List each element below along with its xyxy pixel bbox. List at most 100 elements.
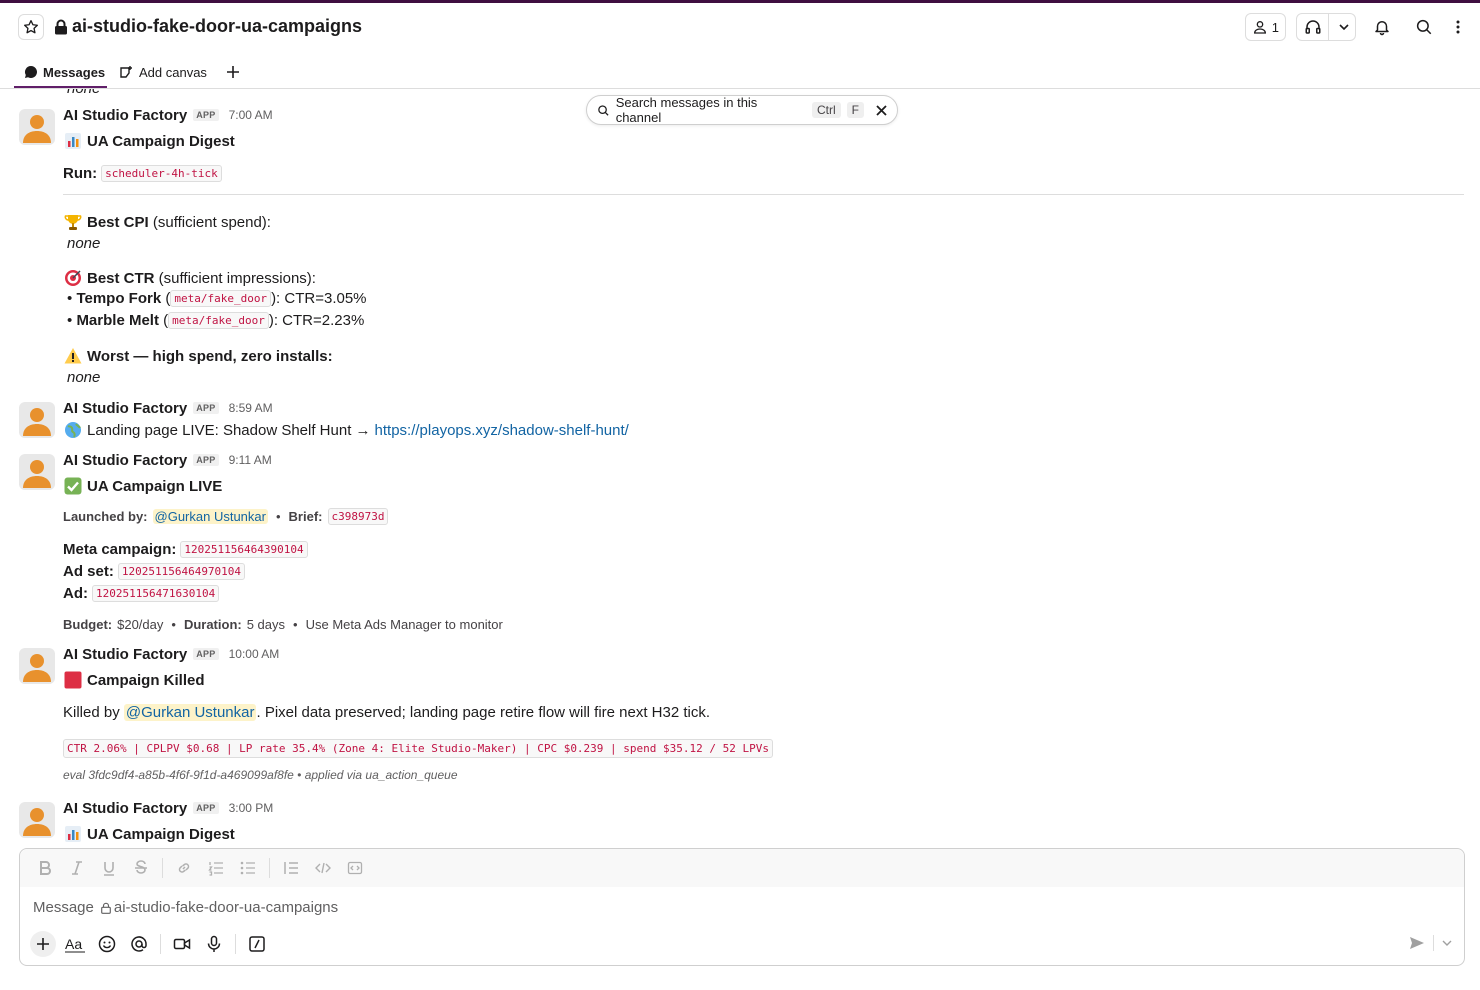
- author-name[interactable]: AI Studio Factory: [63, 452, 187, 469]
- composer-actions: Aa: [30, 931, 270, 957]
- ad-line: Ad: 120251156471630104: [63, 585, 220, 602]
- message-title: UA Campaign Digest: [87, 825, 235, 843]
- ad-set-line: Ad set: 120251156464970104: [63, 563, 246, 580]
- tab-messages[interactable]: Messages: [24, 61, 105, 83]
- video-camera-icon: [173, 938, 191, 950]
- search-icon: [598, 104, 609, 116]
- link-button[interactable]: [171, 855, 197, 881]
- emoji-button[interactable]: [94, 931, 120, 957]
- author-name[interactable]: AI Studio Factory: [63, 800, 187, 817]
- person-avatar-icon: [23, 654, 51, 682]
- avatar[interactable]: [19, 454, 55, 490]
- headphones-icon[interactable]: [1297, 14, 1329, 40]
- budget-line: Budget: $20/day • Duration: 5 days • Use…: [63, 617, 503, 632]
- user-mention[interactable]: @Gurkan Ustunkar: [152, 509, 268, 524]
- message-input[interactable]: Message ai-studio-fake-door-ua-campaigns: [33, 899, 338, 916]
- check-mark-icon: [63, 476, 83, 496]
- code-block-icon: [347, 861, 363, 875]
- video-clip-button[interactable]: [169, 931, 195, 957]
- landing-text: Landing page LIVE: Shadow Shelf Hunt →: [87, 421, 371, 439]
- message-campaign-live[interactable]: AI Studio Factory APP 9:11 AM UA Campaig…: [0, 450, 1480, 640]
- target-icon: [63, 268, 83, 288]
- underline-button[interactable]: [96, 855, 122, 881]
- smiley-icon: [98, 935, 116, 953]
- code-button[interactable]: [310, 855, 336, 881]
- audio-clip-button[interactable]: [201, 931, 227, 957]
- italic-button[interactable]: [64, 855, 90, 881]
- formatting-toggle-button[interactable]: Aa: [62, 931, 88, 957]
- author-name[interactable]: AI Studio Factory: [63, 400, 187, 417]
- chevron-down-icon[interactable]: [1333, 14, 1355, 40]
- tab-messages-label: Messages: [43, 64, 106, 80]
- message-digest-3pm[interactable]: AI Studio Factory APP 3:00 PM UA Campaig…: [0, 798, 1480, 847]
- message-landing-page[interactable]: AI Studio Factory APP 8:59 AM Landing pa…: [0, 398, 1480, 444]
- user-mention[interactable]: @Gurkan Ustunkar: [123, 704, 257, 721]
- blockquote-button[interactable]: [278, 855, 304, 881]
- author-name[interactable]: AI Studio Factory: [63, 107, 187, 124]
- mention-button[interactable]: [126, 931, 152, 957]
- search-placeholder[interactable]: Search messages in this channel: [616, 95, 802, 125]
- bulleted-list-button[interactable]: [235, 855, 261, 881]
- metrics-line: CTR 2.06% | CPLPV $0.68 | LP rate 35.4% …: [63, 739, 773, 758]
- strikethrough-button[interactable]: [128, 855, 154, 881]
- attach-button[interactable]: [30, 931, 56, 957]
- avatar[interactable]: [19, 648, 55, 684]
- avatar[interactable]: [19, 802, 55, 838]
- active-tab-indicator: [14, 86, 107, 88]
- landing-link[interactable]: https://playops.xyz/shadow-shelf-hunt/: [375, 422, 629, 439]
- message-digest-7am[interactable]: AI Studio Factory APP 7:00 AM UA Campaig…: [0, 105, 1480, 395]
- person-icon: [1253, 21, 1266, 34]
- avatar[interactable]: [19, 109, 55, 145]
- toolbar-divider: [160, 934, 161, 954]
- killed-prefix: Killed by: [63, 704, 120, 721]
- message-title-line: Campaign Killed: [63, 670, 205, 690]
- bar-chart-icon: [63, 131, 83, 151]
- search-button[interactable]: [1408, 13, 1440, 41]
- huddle-button[interactable]: [1296, 13, 1356, 41]
- ordered-list-icon: [208, 862, 223, 876]
- send-controls: [1409, 935, 1452, 951]
- avatar[interactable]: [19, 402, 55, 438]
- link-icon: [178, 863, 190, 873]
- star-icon: [24, 20, 38, 34]
- author-name[interactable]: AI Studio Factory: [63, 646, 187, 663]
- message-campaign-killed[interactable]: AI Studio Factory APP 10:00 AM Campaign …: [0, 644, 1480, 789]
- more-options-button[interactable]: [1450, 13, 1466, 41]
- code-block-button[interactable]: [342, 855, 368, 881]
- notifications-button[interactable]: [1366, 13, 1398, 41]
- add-tab-button[interactable]: [226, 61, 240, 83]
- star-channel-button[interactable]: [18, 14, 44, 40]
- shortcuts-button[interactable]: [244, 931, 270, 957]
- ordered-list-button[interactable]: [203, 855, 229, 881]
- search-icon: [1416, 19, 1432, 35]
- close-search-button[interactable]: [876, 104, 887, 116]
- chevron-down-icon: [1442, 940, 1452, 946]
- timestamp[interactable]: 3:00 PM: [229, 801, 274, 815]
- best-ctr-text: Best CTR (sufficient impressions):: [87, 270, 316, 287]
- send-button[interactable]: [1409, 935, 1425, 951]
- send-icon: [1410, 937, 1424, 949]
- worst-value: none: [67, 369, 101, 386]
- channel-search-bar[interactable]: Search messages in this channel Ctrl F: [586, 95, 898, 125]
- members-button[interactable]: 1: [1244, 13, 1286, 41]
- tab-add-canvas[interactable]: Add canvas: [119, 61, 207, 83]
- timestamp[interactable]: 7:00 AM: [229, 108, 273, 122]
- blockquote-icon: [284, 862, 298, 874]
- channel-title[interactable]: ai-studio-fake-door-ua-campaigns: [54, 16, 362, 37]
- run-code: scheduler-4h-tick: [101, 165, 222, 182]
- best-cpi-label: Best CPI: [87, 213, 149, 231]
- bold-button[interactable]: [32, 855, 58, 881]
- placeholder-prefix: Message: [33, 899, 94, 916]
- duration-label: Duration:: [183, 617, 242, 632]
- ctr-item-open: (: [161, 290, 171, 307]
- message-feed[interactable]: none AI Studio Factory APP 7:00 AM UA Ca…: [0, 89, 1480, 847]
- budget-value: $20/day: [117, 617, 164, 632]
- best-cpi-text: Best CPI (sufficient spend):: [87, 214, 271, 231]
- person-avatar-icon: [23, 808, 51, 836]
- schedule-send-button[interactable]: [1442, 938, 1452, 948]
- section-divider: [63, 194, 1464, 195]
- timestamp[interactable]: 10:00 AM: [229, 647, 280, 661]
- timestamp[interactable]: 8:59 AM: [229, 401, 273, 415]
- timestamp[interactable]: 9:11 AM: [229, 453, 272, 467]
- trophy-icon: [63, 212, 83, 232]
